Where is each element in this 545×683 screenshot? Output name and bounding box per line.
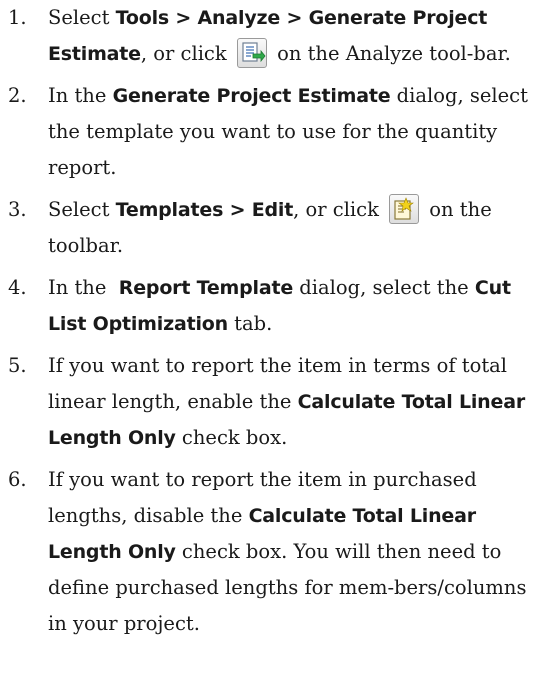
step-text: Select [48,198,116,221]
dialog-name: Generate Project Estimate [112,85,391,107]
step-text: on the Analyze tool-bar. [270,42,511,65]
step-text: dialog, select the [293,276,475,299]
step-4: 4. In the Report Template dialog, select… [0,270,545,342]
step-text: Select [48,6,116,29]
steps-list: 1. Select Tools > Analyze > Generate Pro… [0,0,545,642]
menu-path: Templates > Edit [115,199,294,221]
step-text: , or click [293,198,386,221]
step-5: 5. If you want to report the item in ter… [0,348,545,456]
generate-estimate-icon [236,38,267,68]
step-number: 5. [8,354,27,377]
step-3: 3. Select Templates > Edit, or click on … [0,192,545,264]
step-number: 4. [8,276,27,299]
step-text: check box. [175,426,288,449]
step-text: tab. [227,312,273,335]
step-number: 1. [8,6,27,29]
step-1: 1. Select Tools > Analyze > Generate Pro… [0,0,545,72]
step-6: 6. If you want to report the item in pur… [0,462,545,642]
step-number: 3. [8,198,27,221]
edit-template-icon [389,194,420,224]
step-number: 2. [8,84,27,107]
step-2: 2. In the Generate Project Estimate dial… [0,78,545,186]
step-text: In the [48,276,119,299]
step-number: 6. [8,468,27,491]
instructions-document: 1. Select Tools > Analyze > Generate Pro… [0,0,545,648]
step-text: In the [48,84,113,107]
step-text: , or click [140,42,233,65]
dialog-name: Report Template [118,277,294,299]
